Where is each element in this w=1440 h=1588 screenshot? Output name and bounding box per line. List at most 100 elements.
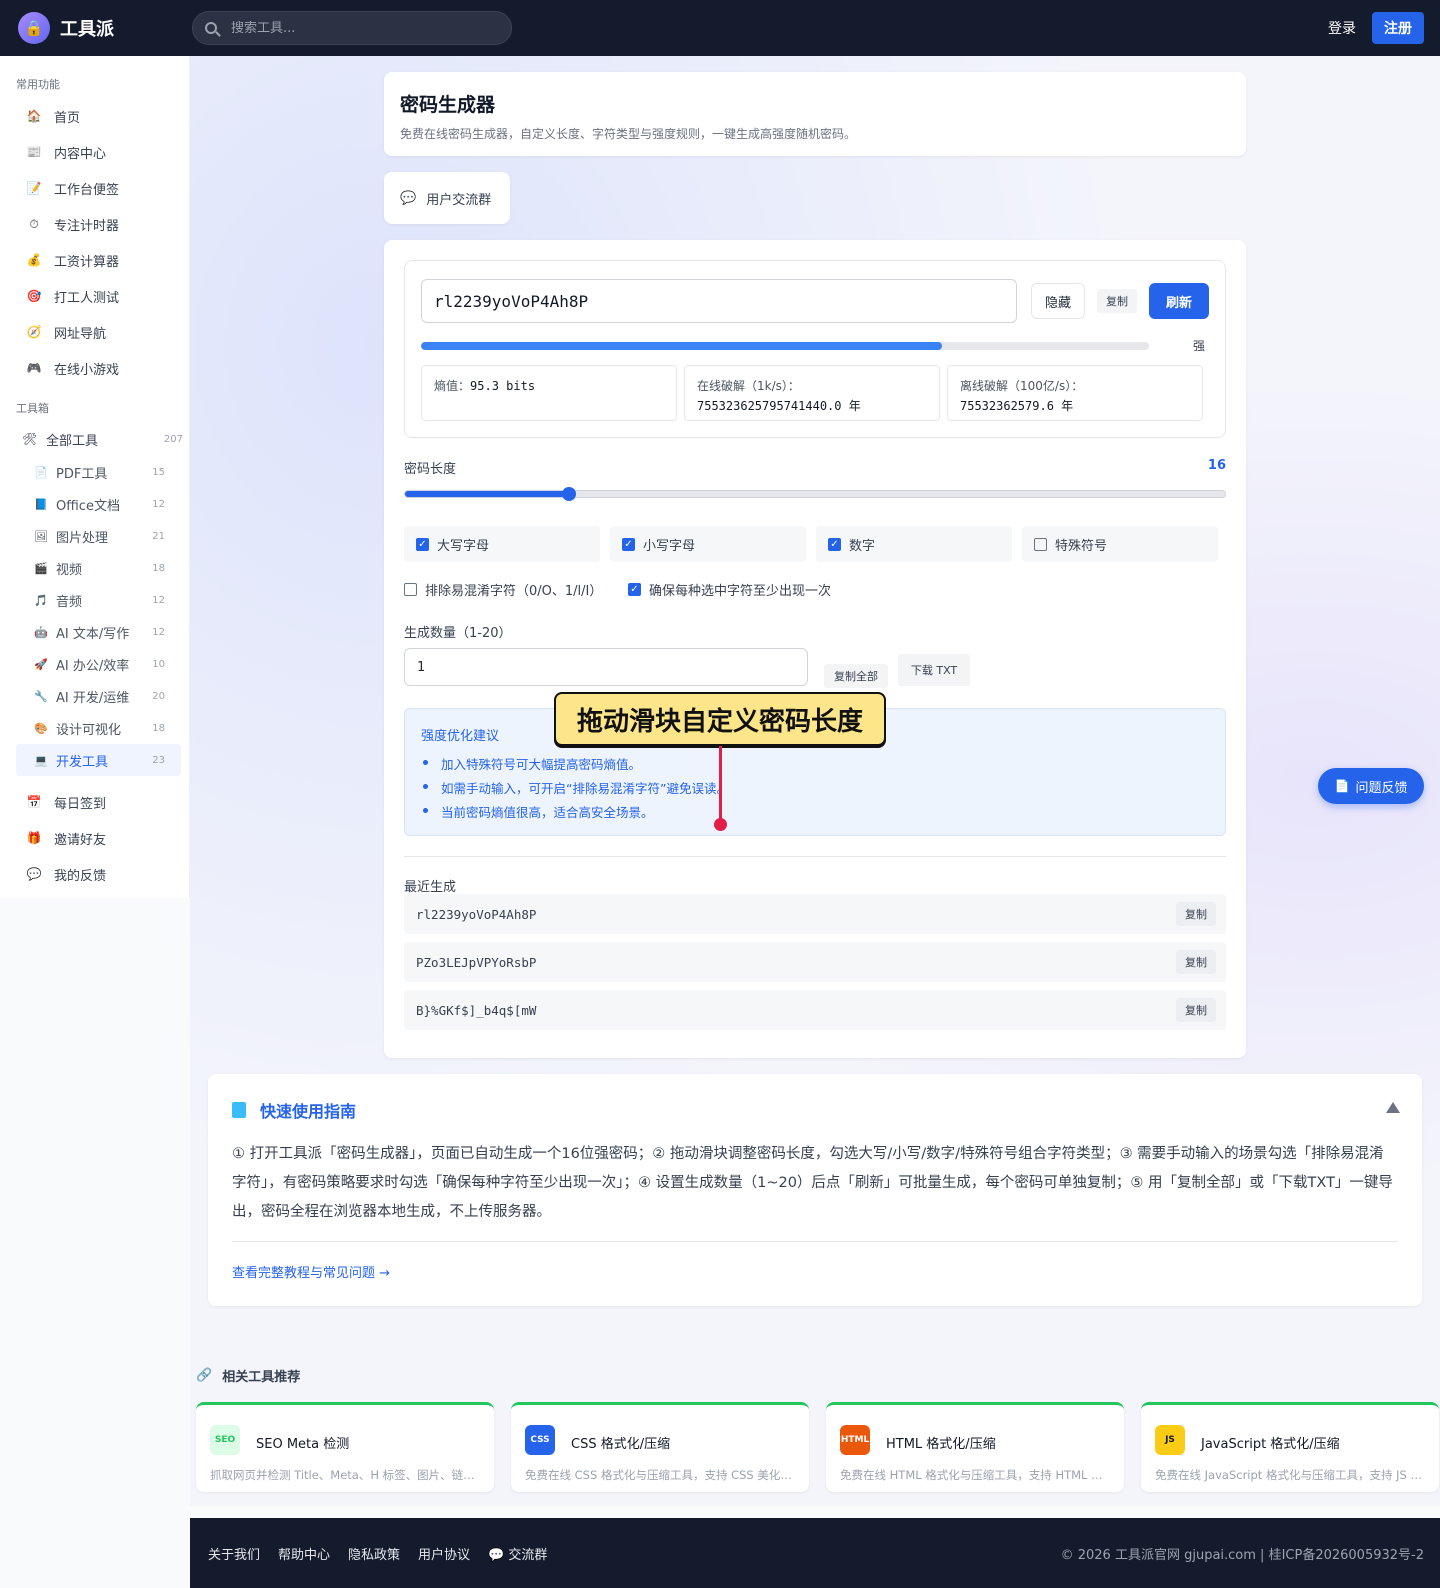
- sidebar-section-common: 常用功能: [16, 78, 60, 91]
- length-slider-handle[interactable]: [562, 487, 576, 501]
- charset-option-0[interactable]: ✓ 大写字母: [404, 526, 600, 562]
- sidebar-item-7[interactable]: 🎮 在线小游戏: [0, 350, 189, 386]
- entropy-label: 熵值：: [434, 379, 471, 393]
- sidebar-category-5[interactable]: 🤖 AI 文本/写作 12: [0, 616, 189, 648]
- quantity-input[interactable]: 1: [404, 648, 808, 686]
- sidebar-item-label: 我的反馈: [54, 868, 107, 884]
- related-tool-card[interactable]: JS JavaScript 格式化/压缩 免费在线 JavaScript 格式化与压…: [1141, 1402, 1439, 1492]
- download-txt-button[interactable]: 下载 TXT: [898, 654, 970, 686]
- charset-option-3[interactable]: 特殊符号: [1022, 526, 1218, 562]
- category-count: 12: [152, 626, 165, 638]
- sidebar-category-1[interactable]: 📘 Office文档 12: [0, 488, 189, 520]
- entropy-stat: 熵值：95.3 bits: [421, 365, 677, 421]
- feedback-label: 问题反馈: [1355, 780, 1408, 796]
- category-icon: 📄: [34, 465, 48, 479]
- sidebar-item-label: 工资计算器: [54, 254, 120, 270]
- category-icon: 🔧: [34, 689, 48, 703]
- checkbox[interactable]: ✓: [628, 583, 641, 596]
- quick-guide-card: 快速使用指南 ① 打开工具派「密码生成器」，页面已自动生成一个16位强密码；② …: [208, 1074, 1422, 1306]
- sidebar-category-0[interactable]: 📄 PDF工具 15: [0, 456, 189, 488]
- sidebar-item-3[interactable]: ⏱ 专注计时器: [0, 206, 189, 242]
- category-count: 18: [152, 562, 165, 574]
- checkbox[interactable]: [1034, 537, 1047, 551]
- quantity-label: 生成数量（1-20）: [404, 626, 512, 641]
- password-output-box: rl2239yoVoP4Ah8P 隐藏 复制 刷新 强 熵值：95.3 bits…: [404, 260, 1226, 438]
- search-input[interactable]: [231, 20, 481, 36]
- category-icon: 💻: [34, 753, 48, 767]
- related-tool-desc: 免费在线 JavaScript 格式化与压缩工具，支持 JS 美化: [1155, 1468, 1425, 1482]
- recent-copy-button[interactable]: 复制: [1176, 950, 1216, 974]
- sidebar-item-5[interactable]: 🎯 打工人测试: [0, 278, 189, 314]
- offline-crack-value: 75532362579.6 年: [960, 399, 1074, 413]
- sidebar-item-0[interactable]: 🏠 首页: [0, 98, 189, 134]
- sidebar-item-label: 网址导航: [54, 326, 107, 342]
- checkbox[interactable]: ✓: [622, 537, 635, 551]
- password-field[interactable]: rl2239yoVoP4Ah8P: [421, 279, 1017, 323]
- user-group-button[interactable]: 💬 用户交流群: [384, 172, 510, 224]
- logo[interactable]: 🔒 工具派: [18, 12, 192, 44]
- sidebar-bottom-item-2[interactable]: 💬 我的反馈: [0, 856, 189, 892]
- login-link[interactable]: 登录: [1328, 18, 1356, 38]
- sidebar-bottom-item-0[interactable]: 📅 每日签到: [0, 784, 189, 820]
- recent-password-row: B}%GKf$]_b4q$[mW 复制: [404, 990, 1226, 1030]
- sidebar-category-7[interactable]: 🔧 AI 开发/运维 20: [0, 680, 189, 712]
- sidebar-category-4[interactable]: 🎵 音频 12: [0, 584, 189, 616]
- footer-link[interactable]: 隐私政策: [348, 1548, 400, 1563]
- category-icon: 🚀: [34, 657, 48, 671]
- checkbox[interactable]: ✓: [416, 537, 429, 551]
- online-crack-value: 755323625795741440.0 年: [697, 399, 861, 413]
- category-label: 设计可视化: [56, 722, 122, 738]
- sidebar-item-icon: 🏠: [26, 109, 42, 123]
- link-icon: 🔗: [196, 1368, 213, 1383]
- collapse-arrow-icon[interactable]: [1386, 1102, 1400, 1113]
- sidebar-bottom-item-1[interactable]: 🎁 邀请好友: [0, 820, 189, 856]
- option-label: 数字: [849, 538, 876, 554]
- related-tool-card[interactable]: HTML HTML 格式化/压缩 免费在线 HTML 格式化与压缩工具，支持 HTM…: [826, 1402, 1124, 1492]
- related-tool-name: SEO Meta 检测: [256, 1437, 350, 1452]
- footer-link[interactable]: 💬 交流群: [488, 1548, 547, 1563]
- sidebar-category-9[interactable]: 💻 开发工具 23: [16, 744, 181, 776]
- feedback-button[interactable]: 📄 问题反馈: [1318, 768, 1424, 804]
- sidebar-item-all-tools[interactable]: 🛠 全部工具 207: [0, 422, 189, 456]
- related-tools-title: 🔗 相关工具推荐: [196, 1366, 300, 1385]
- sidebar-section-tools: 工具箱: [16, 402, 49, 415]
- length-slider[interactable]: [404, 487, 1226, 501]
- annotation-pointer-dot: [714, 818, 727, 831]
- sidebar-item-4[interactable]: 💰 工资计算器: [0, 242, 189, 278]
- checkbox[interactable]: ✓: [828, 537, 841, 551]
- copy-all-button[interactable]: 复制全部: [824, 664, 888, 688]
- related-tool-card[interactable]: SEO SEO Meta 检测 抓取网页并检测 Title、Meta、H 标签、图片…: [196, 1402, 494, 1492]
- length-slider-fill: [405, 491, 569, 497]
- guide-more-link[interactable]: 查看完整教程与常见问题 →: [232, 1262, 1398, 1281]
- refresh-button[interactable]: 刷新: [1149, 283, 1209, 319]
- extra-option-0[interactable]: 排除易混淆字符（0/O、1/l/I）: [404, 580, 602, 599]
- sidebar-item-icon: 📅: [26, 795, 42, 809]
- guide-body: ① 打开工具派「密码生成器」，页面已自动生成一个16位强密码；② 拖动滑块调整密…: [232, 1146, 1393, 1220]
- checkbox[interactable]: [404, 583, 417, 596]
- sidebar-item-1[interactable]: 📰 内容中心: [0, 134, 189, 170]
- footer-link[interactable]: 关于我们: [208, 1548, 260, 1563]
- related-tool-name: JavaScript 格式化/压缩: [1201, 1437, 1340, 1452]
- category-label: 开发工具: [56, 754, 109, 770]
- charset-option-1[interactable]: ✓ 小写字母: [610, 526, 806, 562]
- sidebar-category-6[interactable]: 🚀 AI 办公/效率 10: [0, 648, 189, 680]
- sidebar-category-3[interactable]: 🎬 视频 18: [0, 552, 189, 584]
- register-button[interactable]: 注册: [1372, 12, 1424, 44]
- sidebar-item-6[interactable]: 🧭 网址导航: [0, 314, 189, 350]
- extra-option-1[interactable]: ✓ 确保每种选中字符至少出现一次: [628, 580, 831, 599]
- offline-crack-stat: 离线破解（100亿/s）： 75532362579.6 年: [947, 365, 1203, 421]
- recent-copy-button[interactable]: 复制: [1176, 902, 1216, 926]
- charset-option-2[interactable]: ✓ 数字: [816, 526, 1012, 562]
- recent-copy-button[interactable]: 复制: [1176, 998, 1216, 1022]
- sidebar-item-label: 首页: [54, 110, 81, 126]
- sidebar-category-8[interactable]: 🎨 设计可视化 18: [0, 712, 189, 744]
- sidebar-item-2[interactable]: 📝 工作台便签: [0, 170, 189, 206]
- sidebar-category-2[interactable]: 🖼 图片处理 21: [0, 520, 189, 552]
- related-tool-card[interactable]: CSS CSS 格式化/压缩 免费在线 CSS 格式化与压缩工具，支持 CSS 美化…: [511, 1402, 809, 1492]
- category-icon: 🖼: [34, 529, 48, 543]
- hide-button[interactable]: 隐藏: [1031, 283, 1085, 319]
- copy-button[interactable]: 复制: [1097, 289, 1137, 313]
- footer-link[interactable]: 用户协议: [418, 1548, 470, 1563]
- search-box[interactable]: [192, 11, 512, 45]
- footer-link[interactable]: 帮助中心: [278, 1548, 330, 1563]
